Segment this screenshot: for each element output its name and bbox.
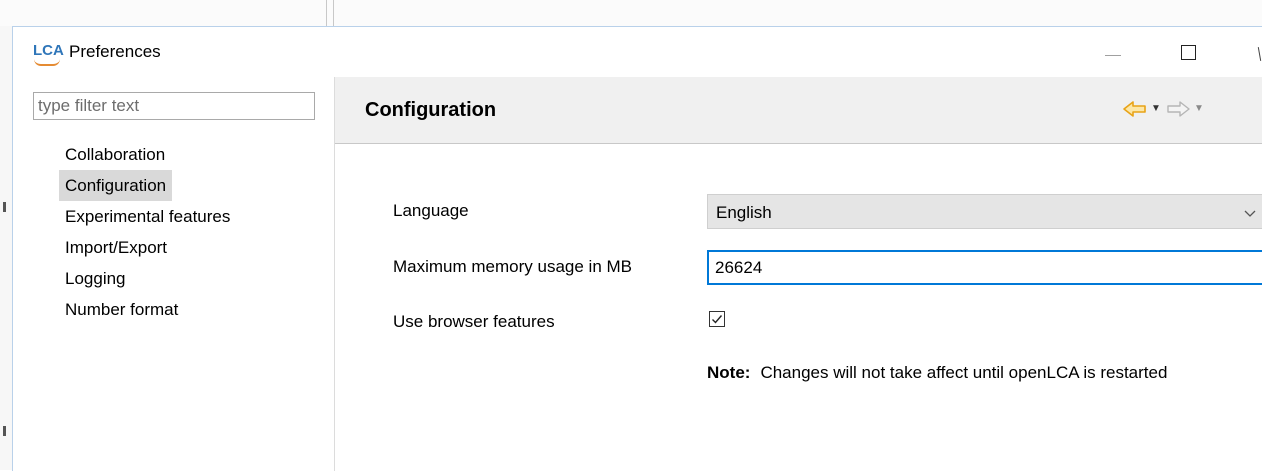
browser-features-checkbox[interactable] xyxy=(709,311,725,327)
filter-input[interactable] xyxy=(33,92,315,120)
preferences-dialog: LCA Preferences Collaboration Configurat… xyxy=(12,26,1262,471)
title-bar[interactable]: LCA Preferences xyxy=(13,27,1262,77)
arrow-left-icon[interactable] xyxy=(1122,99,1148,119)
configuration-form: Language English Maximum memory usage in… xyxy=(335,144,1262,471)
close-button[interactable] xyxy=(1253,35,1262,69)
tree-item-configuration[interactable]: Configuration xyxy=(59,170,173,201)
preferences-tree-panel: Collaboration Configuration Experimental… xyxy=(13,77,334,471)
memory-label: Maximum memory usage in MB xyxy=(393,257,633,276)
note-label: Note: xyxy=(707,363,751,382)
memory-input[interactable] xyxy=(707,250,1262,285)
arrow-right-icon[interactable] xyxy=(1165,99,1191,119)
app-logo-icon: LCA xyxy=(33,42,64,66)
language-select[interactable]: English xyxy=(707,194,1262,229)
forward-dropdown-icon[interactable]: ▼ xyxy=(1192,99,1206,119)
chevron-down-icon xyxy=(1244,206,1256,218)
app-logo-text: LCA xyxy=(33,42,64,59)
tree-item-collaboration[interactable]: Collaboration xyxy=(59,139,171,170)
maximize-button[interactable] xyxy=(1168,35,1208,69)
checkmark-icon xyxy=(712,315,723,324)
tree-item-number-format[interactable]: Number format xyxy=(59,294,184,325)
note-text: Changes will not take affect until openL… xyxy=(760,363,1168,382)
background-divider xyxy=(333,0,334,26)
language-value: English xyxy=(716,203,772,222)
preferences-tree: Collaboration Configuration Experimental… xyxy=(59,139,236,325)
preference-page: Configuration ▼ ▼ Language English Maxim… xyxy=(335,77,1262,471)
minimize-button[interactable] xyxy=(1093,35,1133,69)
window-title: Preferences xyxy=(69,42,161,61)
tree-item-experimental-features[interactable]: Experimental features xyxy=(59,201,236,232)
background-divider xyxy=(326,0,327,26)
restart-note: Note: Changes will not take affect until … xyxy=(707,363,1167,383)
page-header: Configuration ▼ ▼ xyxy=(335,77,1262,144)
back-dropdown-icon[interactable]: ▼ xyxy=(1149,99,1163,119)
browser-features-label: Use browser features xyxy=(393,312,555,331)
page-title: Configuration xyxy=(365,99,497,121)
tree-item-logging[interactable]: Logging xyxy=(59,263,132,294)
background-app-edge xyxy=(0,26,12,470)
language-label: Language xyxy=(393,201,469,220)
logo-swoosh xyxy=(34,59,60,66)
tree-item-import-export[interactable]: Import/Export xyxy=(59,232,173,263)
edge-mark xyxy=(3,202,6,212)
edge-mark xyxy=(3,426,6,436)
background-app-strip xyxy=(0,0,1262,26)
